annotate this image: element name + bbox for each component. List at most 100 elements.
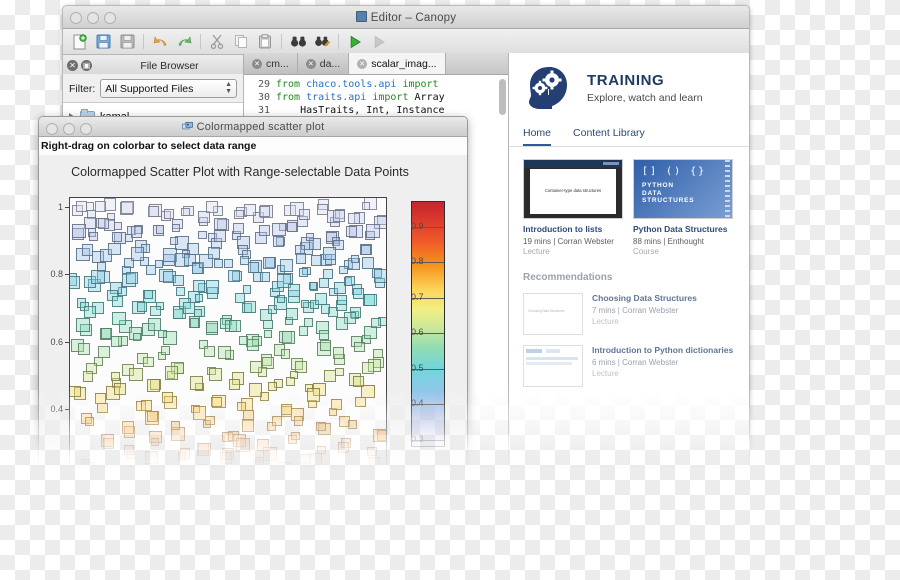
scatter-marker	[124, 445, 134, 455]
new-file-icon[interactable]	[68, 31, 90, 52]
card-title: Python Data Structures	[633, 224, 728, 234]
scatter-marker	[213, 258, 224, 269]
colorbar[interactable]	[411, 201, 445, 447]
zoom-button[interactable]	[80, 123, 92, 135]
scatter-marker	[125, 271, 138, 284]
scatter-marker	[112, 296, 124, 308]
save-as-icon[interactable]	[116, 31, 138, 52]
tab-scalar-image[interactable]: ✕ scalar_imag...	[349, 53, 446, 74]
colorbar-tick-label: 0.5	[411, 363, 424, 373]
scatter-marker	[310, 453, 322, 465]
plot-window-controls[interactable]	[46, 123, 92, 135]
scatter-marker	[291, 431, 300, 441]
scatter-marker	[228, 319, 242, 333]
card-thumbnail[interactable]: Container-type data structures	[523, 159, 623, 219]
plot-data-area[interactable]	[69, 197, 387, 465]
nav-item-content-library[interactable]: Content Library	[573, 121, 645, 146]
scatter-marker	[169, 236, 179, 246]
scatter-marker	[110, 372, 120, 382]
close-icon[interactable]: ✕	[357, 58, 368, 69]
screen-stage: Editor – Canopy ✕ ▣ File Browser Filter:…	[0, 0, 900, 580]
redo-icon[interactable]	[173, 31, 195, 52]
close-icon[interactable]: ✕	[252, 58, 262, 69]
scatter-marker	[272, 236, 284, 248]
slide-body: Container-type data structures	[530, 169, 616, 214]
file-browser-panel-buttons[interactable]: ✕ ▣	[63, 60, 96, 71]
plot-window-titlebar: Colormapped scatter plot	[39, 117, 467, 137]
scatter-marker	[322, 247, 336, 261]
tab-cm[interactable]: ✕ cm...	[244, 53, 298, 74]
scatter-marker	[223, 259, 233, 269]
editor-tab-bar: ✕ cm... ✕ da... ✕ scalar_imag...	[244, 53, 508, 75]
close-icon[interactable]: ✕	[67, 60, 78, 71]
card-title: Introduction to lists	[523, 224, 603, 234]
scatter-marker	[361, 201, 371, 211]
save-icon[interactable]	[92, 31, 114, 52]
scatter-marker	[171, 421, 180, 430]
brackets-text: [] () {}	[642, 166, 707, 177]
scatter-marker	[129, 367, 143, 382]
copy-icon[interactable]	[230, 31, 252, 52]
scatter-marker	[331, 398, 343, 411]
scatter-marker	[121, 201, 134, 214]
recommendation-item[interactable]: Choosing Data Structures Choosing Data S…	[523, 293, 735, 335]
canopy-window-controls[interactable]	[70, 12, 116, 24]
scatter-marker	[364, 293, 377, 307]
toolbar-separator	[338, 34, 339, 49]
colorbar-tick-label: 0.3	[411, 434, 424, 444]
scatter-marker	[263, 447, 278, 461]
thumbnail-block	[526, 362, 572, 365]
find-icon[interactable]	[287, 31, 309, 52]
scatter-marker	[161, 346, 170, 355]
scatter-marker	[213, 217, 227, 231]
scatter-marker	[373, 269, 386, 283]
scatter-marker	[194, 293, 203, 302]
scatter-marker	[113, 382, 126, 395]
editor-scrollbar[interactable]	[499, 79, 506, 115]
canopy-toolbar	[63, 29, 749, 55]
scatter-marker	[361, 245, 371, 255]
card-introduction-to-lists[interactable]: Container-type data structures Introduct…	[523, 159, 623, 256]
find-replace-icon[interactable]	[311, 31, 333, 52]
lecture-viewer-panel: TRAINING Explore, watch and learn Home C…	[508, 53, 749, 466]
filter-select[interactable]: All Supported Files ▲ ▼	[100, 79, 237, 98]
minimize-button[interactable]	[63, 123, 75, 135]
scatter-marker	[361, 256, 374, 269]
plot-canvas[interactable]: Colormapped Scatter Plot with Range-sele…	[39, 155, 467, 465]
scatter-marker	[299, 453, 310, 464]
scatter-marker	[233, 209, 244, 220]
scatter-marker	[277, 294, 286, 303]
undock-icon[interactable]: ▣	[81, 60, 92, 71]
undo-icon[interactable]	[149, 31, 171, 52]
scatter-marker	[190, 318, 200, 328]
scatter-marker	[171, 223, 180, 233]
tab-da[interactable]: ✕ da...	[297, 53, 350, 74]
card-python-data-structures[interactable]: [] () {} PYTHON DATA STRUCTURES Python D…	[633, 159, 733, 256]
close-icon[interactable]: ✕	[305, 58, 316, 69]
run-selection-icon[interactable]	[368, 31, 390, 52]
zoom-button[interactable]	[104, 12, 116, 24]
close-button[interactable]	[70, 12, 82, 24]
scatter-marker	[263, 329, 273, 339]
recommendation-thumbnail[interactable]: Choosing Data Structures	[523, 293, 583, 335]
toolbar-separator	[143, 34, 144, 49]
scatter-marker	[280, 349, 291, 359]
scatter-marker	[285, 307, 299, 321]
nav-item-home[interactable]: Home	[523, 121, 552, 146]
recommendation-item[interactable]: Introduction to Python dictionaries 6 mi…	[523, 345, 735, 387]
scatter-marker	[205, 280, 220, 295]
scatter-marker	[100, 328, 112, 340]
card-thumbnail[interactable]: [] () {} PYTHON DATA STRUCTURES	[633, 159, 733, 219]
scatter-marker	[287, 284, 300, 297]
scatter-marker	[147, 378, 161, 392]
close-button[interactable]	[46, 123, 58, 135]
minimize-button[interactable]	[87, 12, 99, 24]
scatter-marker	[121, 421, 135, 434]
recommendation-thumbnail[interactable]	[523, 345, 583, 387]
cut-icon[interactable]	[206, 31, 228, 52]
run-icon[interactable]	[344, 31, 366, 52]
scatter-marker	[161, 392, 173, 404]
scatter-marker	[252, 459, 265, 465]
recommendation-meta: 6 mins | Corran Webster	[592, 358, 679, 367]
paste-icon[interactable]	[254, 31, 276, 52]
